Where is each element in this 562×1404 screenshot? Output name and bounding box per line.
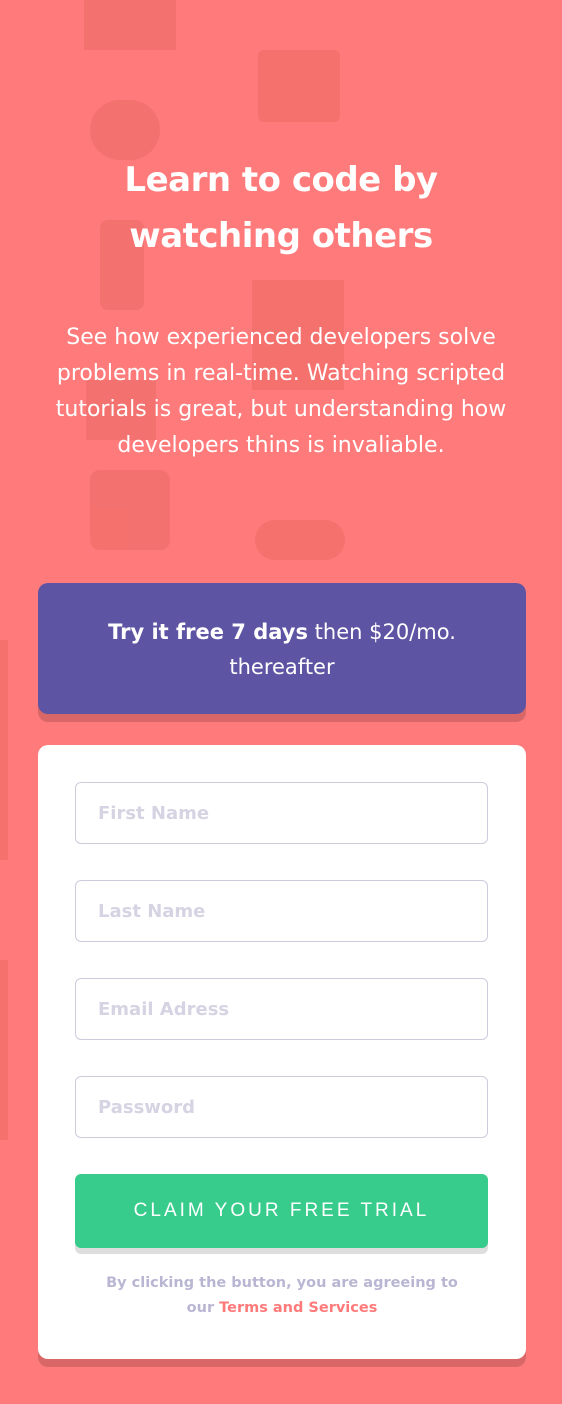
claim-trial-button[interactable]: CLAIM YOUR FREE TRIAL [75,1174,488,1248]
hero-description: See how experienced developers solve pro… [55,325,507,458]
pricing-highlight: Try it free 7 days [108,620,308,644]
last-name-input[interactable] [76,881,487,941]
email-input[interactable] [76,979,487,1039]
page-title: Learn to code by watching others [124,160,438,256]
password-input[interactable] [76,1077,487,1137]
hero: Learn to code by watching others See how… [36,152,526,464]
password-field [75,1076,488,1138]
pricing-banner: Try it free 7 days then $20/mo. thereaft… [38,583,526,714]
signup-form: CLAIM YOUR FREE TRIAL By clicking the bu… [38,745,526,1359]
last-name-field [75,880,488,942]
email-field [75,978,488,1040]
terms-notice: By clicking the button, you are agreeing… [98,1271,466,1321]
first-name-field [75,782,488,844]
terms-link[interactable]: Terms and Services [219,1300,377,1316]
first-name-input[interactable] [76,783,487,843]
